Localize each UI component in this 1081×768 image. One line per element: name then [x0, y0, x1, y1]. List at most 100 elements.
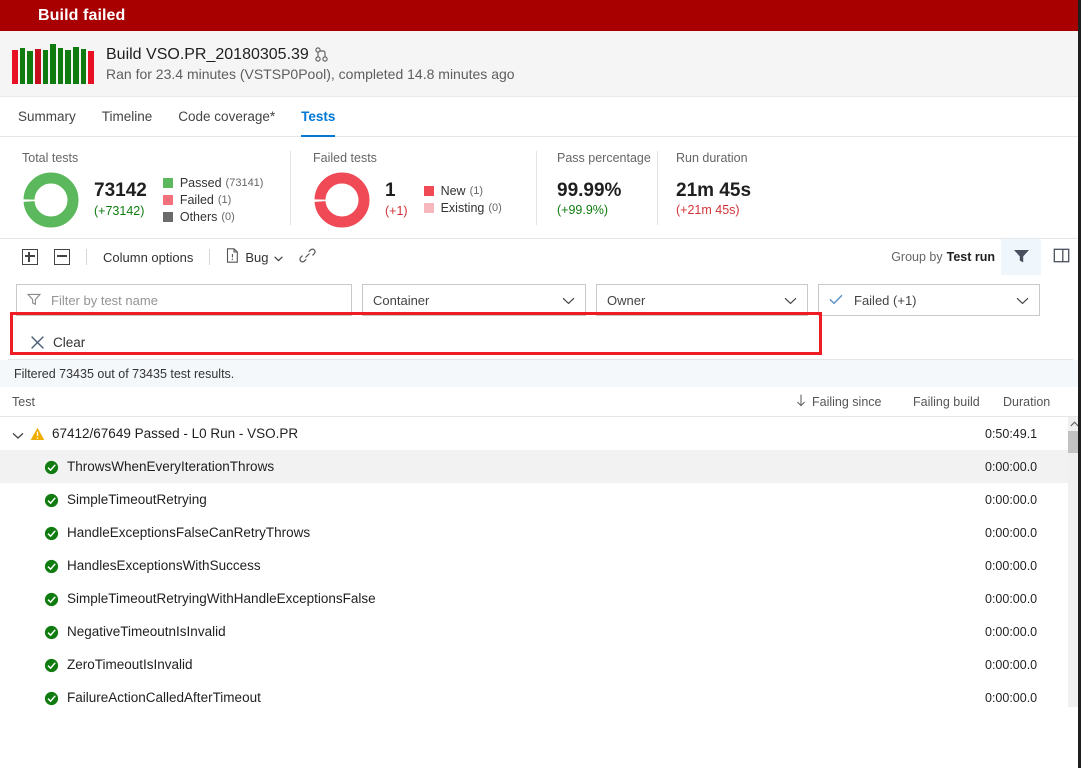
chevron-down-icon[interactable] — [12, 428, 24, 440]
sparkline-bar — [65, 49, 72, 84]
failed-tests-donut — [313, 171, 371, 229]
table-row[interactable]: ThrowsWhenEveryIterationThrows 0:00:00.0 — [0, 450, 1081, 483]
stat-total-values: 73142 (+73142) — [94, 180, 147, 218]
side-panel-icon — [1053, 248, 1070, 266]
outcome-filter-dropdown[interactable]: Failed (+1) — [818, 284, 1040, 316]
stat-total-delta: (+73142) — [94, 203, 145, 218]
stat-failed-label: Failed tests — [313, 150, 377, 165]
table-row[interactable]: HandleExceptionsFalseCanRetryThrows 0:00:… — [0, 516, 1081, 549]
stat-failed-delta: (+1) — [385, 203, 408, 218]
group-by-control[interactable]: Group by Test run — [891, 250, 995, 264]
sparkline-bar — [50, 43, 56, 84]
table-row[interactable]: NegativeTimeoutnIsInvalid 0:00:00.0 — [0, 615, 1081, 648]
tab-code-coverage[interactable]: Code coverage* — [178, 97, 275, 137]
table-row[interactable]: SimpleTimeoutRetryingWithHandleException… — [0, 582, 1081, 615]
expand-all-icon — [22, 249, 38, 265]
container-filter-dropdown[interactable]: Container — [362, 284, 586, 316]
legend-count-failed: (1) — [217, 193, 232, 206]
test-name: HandlesExceptionsWithSuccess — [67, 558, 261, 573]
command-separator — [209, 249, 211, 265]
stat-total-label: Total tests — [22, 150, 79, 165]
legend-label-failed: Failed — [179, 192, 214, 207]
group-duration: 0:50:49.1 — [985, 426, 1038, 441]
sort-down-arrow-icon — [795, 394, 807, 410]
test-duration: 0:00:00.0 — [985, 558, 1038, 573]
column-header-failing-build[interactable]: Failing build — [913, 395, 1003, 409]
results-grid-header: Test Failing since Failing build Duratio… — [0, 387, 1081, 417]
sparkline-bar — [34, 48, 41, 84]
test-name-cell: FailureActionCalledAfterTimeout — [0, 690, 985, 705]
group-by-label: Group by — [891, 250, 943, 264]
chevron-down-icon — [1016, 293, 1029, 308]
test-run-group-row[interactable]: 67412/67649 Passed - L0 Run - VSO.PR 0:5… — [0, 417, 1081, 450]
stat-failed-legend: New (1) Existing (0) — [423, 184, 502, 215]
build-name[interactable]: Build VSO.PR_20180305.39 — [106, 46, 309, 64]
stat-duration-delta: (+21m 45s) — [676, 203, 740, 218]
expand-all-button[interactable] — [14, 243, 46, 271]
filtered-results-text: Filtered 73435 out of 73435 test results… — [14, 366, 235, 381]
legend-count-new: (1) — [469, 185, 484, 197]
legend-count-others: (0) — [221, 210, 235, 223]
total-tests-donut — [22, 171, 80, 229]
test-duration: 0:00:00.0 — [985, 492, 1038, 507]
bug-file-icon — [226, 248, 239, 266]
test-summary-stats: Total tests 73142 (+73142) Passed (73141… — [0, 137, 1081, 239]
stat-failed-value: 1 — [385, 180, 396, 202]
test-name: HandleExceptionsFalseCanRetryThrows — [67, 525, 311, 540]
column-header-duration[interactable]: Duration — [1003, 395, 1081, 409]
passed-icon — [44, 691, 59, 705]
search-input-placeholder: Filter by test name — [51, 292, 158, 308]
link-icon — [299, 248, 317, 266]
legend-swatch-existing — [423, 203, 434, 213]
build-header: Build VSO.PR_20180305.39 Ran for 23.4 mi… — [0, 31, 1081, 97]
tab-tests[interactable]: Tests — [301, 97, 336, 137]
check-icon — [829, 293, 843, 308]
legend-label-others: Others — [179, 209, 218, 224]
warning-icon — [30, 427, 45, 441]
passed-icon — [44, 559, 59, 573]
sparkline-bar — [42, 49, 49, 84]
table-row[interactable]: ZeroTimeoutIsInvalid 0:00:00.0 — [0, 648, 1081, 681]
details-pane-button[interactable] — [1041, 239, 1081, 275]
funnel-icon — [26, 293, 42, 307]
table-row[interactable]: FailureActionCalledAfterTimeout 0:00:00.0 — [0, 681, 1081, 714]
test-name-cell: HandlesExceptionsWithSuccess — [0, 558, 985, 573]
clear-filters-button[interactable]: Clear — [30, 335, 85, 350]
test-rows-container: ThrowsWhenEveryIterationThrows 0:00:00.0 S… — [0, 450, 1081, 714]
legend-item: New (1) — [423, 184, 502, 198]
tab-timeline[interactable]: Timeline — [102, 97, 153, 137]
test-duration: 0:00:00.0 — [985, 690, 1038, 705]
sparkline-bar — [19, 47, 26, 84]
test-name: SimpleTimeoutRetrying — [67, 492, 207, 507]
legend-label-passed: Passed — [179, 175, 222, 190]
search-input[interactable]: Filter by test name — [16, 284, 352, 316]
test-duration: 0:00:00.0 — [985, 525, 1038, 540]
test-name-cell: HandleExceptionsFalseCanRetryThrows — [0, 525, 985, 540]
stat-total-value: 73142 — [94, 180, 147, 202]
legend-swatch-failed — [162, 194, 173, 205]
legend-swatch-others — [162, 211, 173, 222]
clear-filters-row: Clear — [0, 325, 1081, 359]
table-row[interactable]: HandlesExceptionsWithSuccess 0:00:00.0 — [0, 549, 1081, 582]
pull-request-icon[interactable] — [315, 47, 328, 62]
stat-pass-value: 99.99% — [557, 179, 622, 201]
stat-failed-values: 1 (+1) — [385, 180, 408, 218]
bug-button[interactable]: Bug — [218, 243, 291, 271]
banner-title: Build failed — [38, 6, 126, 24]
column-options-button[interactable]: Column options — [95, 243, 201, 271]
copy-link-button[interactable] — [291, 243, 324, 271]
passed-icon — [44, 526, 59, 540]
collapse-all-button[interactable] — [46, 243, 78, 271]
group-by-value: Test run — [946, 250, 995, 264]
sparkline-bar — [12, 49, 18, 84]
build-history-sparkline[interactable] — [12, 43, 95, 84]
tab-summary[interactable]: Summary — [18, 97, 76, 137]
chevron-down-icon — [562, 293, 575, 308]
filter-toggle-button[interactable] — [1001, 239, 1041, 275]
owner-filter-dropdown[interactable]: Owner — [596, 284, 808, 316]
table-row[interactable]: SimpleTimeoutRetrying 0:00:00.0 — [0, 483, 1081, 516]
column-header-failing-since[interactable]: Failing since — [795, 394, 913, 410]
column-header-test[interactable]: Test — [0, 395, 795, 409]
passed-icon — [44, 493, 59, 507]
chevron-down-icon — [784, 293, 797, 308]
